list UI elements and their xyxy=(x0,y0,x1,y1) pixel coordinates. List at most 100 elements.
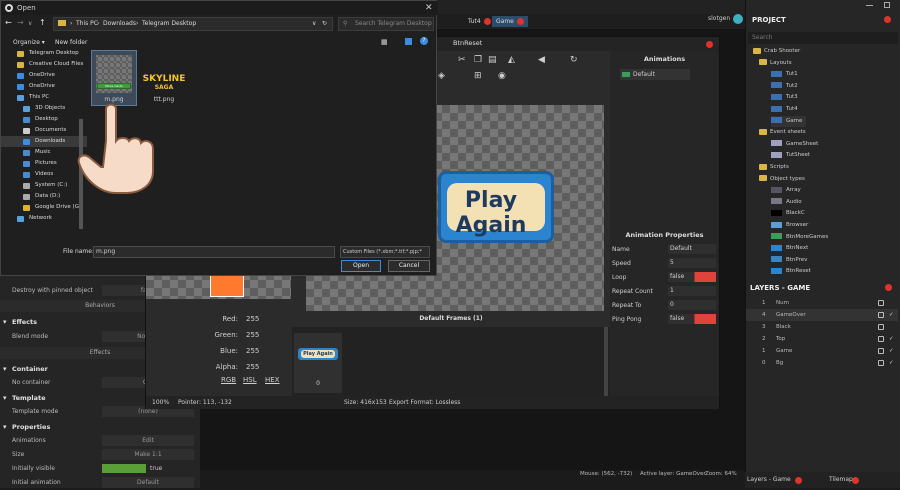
address-bar[interactable]: › This PC › Downloads › Telegram Desktop… xyxy=(53,17,333,31)
lock-icon[interactable] xyxy=(878,324,884,330)
layers-icon[interactable]: ◈ xyxy=(438,71,445,81)
new-folder-button[interactable]: New folder xyxy=(55,39,87,46)
close-icon[interactable]: ✕ xyxy=(425,1,433,15)
layer-row[interactable]: 1 Game ✓ xyxy=(746,345,898,357)
tree-event-sheet[interactable]: GameSheet xyxy=(771,139,818,150)
nav-item[interactable]: Google Drive (G:) xyxy=(1,202,87,213)
tab-game[interactable]: Game xyxy=(492,16,528,27)
layer-row[interactable]: 2 Top ✓ xyxy=(746,333,898,345)
crop-icon[interactable]: ◉ xyxy=(498,71,506,81)
nav-item[interactable]: OneDrive xyxy=(1,81,87,92)
prop-value[interactable]: Default xyxy=(102,477,194,488)
tree-object-type[interactable]: BlackC xyxy=(771,208,805,219)
properties-header[interactable]: Properties xyxy=(0,421,200,434)
frame-thumb[interactable]: Play Again 0 xyxy=(294,333,342,393)
help-icon[interactable]: ? xyxy=(420,37,428,45)
lock-icon[interactable] xyxy=(878,336,884,342)
close-icon[interactable] xyxy=(516,18,524,25)
red-value[interactable]: 255 xyxy=(246,315,259,323)
tree-layout[interactable]: Game xyxy=(771,115,807,127)
layer-row[interactable]: 3 Black xyxy=(746,321,898,333)
tree-object-type[interactable]: Audio xyxy=(771,197,802,208)
tree-folder-scripts[interactable]: Scripts xyxy=(759,162,789,173)
organize-menu[interactable]: Organize ▾ xyxy=(13,39,45,46)
prop-animations[interactable]: Animations Edit xyxy=(0,434,200,448)
dialog-search[interactable]: ⚲ Search Telegram Desktop xyxy=(338,17,434,31)
paste-icon[interactable]: ▤ xyxy=(488,55,497,65)
visible-check-icon[interactable]: ✓ xyxy=(889,309,894,321)
breadcrumb-this-pc[interactable]: This PC xyxy=(76,18,98,30)
scissors-icon[interactable]: ✂ xyxy=(458,55,466,65)
mode-hex[interactable]: HEX xyxy=(265,376,279,384)
prop-value[interactable]: Edit xyxy=(102,435,194,446)
tree-object-type[interactable]: Browser xyxy=(771,220,808,231)
tree-root[interactable]: Crab Shooter xyxy=(753,46,800,57)
green-value[interactable]: 255 xyxy=(246,331,259,339)
visible-check-icon[interactable]: ✓ xyxy=(889,333,894,345)
lock-icon[interactable] xyxy=(878,300,884,306)
blue-value[interactable]: 255 xyxy=(246,347,259,355)
prop-value[interactable]: 1 xyxy=(668,286,716,296)
lock-icon[interactable] xyxy=(878,312,884,318)
animation-prop-row[interactable]: Repeat Count 1 xyxy=(610,285,719,298)
frames-scrollbar[interactable] xyxy=(604,327,608,397)
alpha-value[interactable]: 255 xyxy=(246,363,259,371)
prop-value[interactable]: 0 xyxy=(668,300,716,310)
toggle-fill[interactable] xyxy=(102,464,146,473)
lock-icon[interactable] xyxy=(878,360,884,366)
layer-row[interactable]: 4 GameOver ✓ xyxy=(746,309,898,321)
tree-layout[interactable]: Tut1 xyxy=(771,69,798,80)
layer-row[interactable]: 0 Bg ✓ xyxy=(746,357,898,369)
layer-row[interactable]: 1 Num xyxy=(746,297,898,309)
tree-object-type[interactable]: BtnPrev xyxy=(771,255,807,266)
mode-hsl[interactable]: HSL xyxy=(243,376,257,384)
tree-folder-layouts[interactable]: Layouts xyxy=(759,58,792,69)
flip-icon[interactable]: ◭ xyxy=(508,55,515,65)
tab-tut4[interactable]: Tut4 xyxy=(464,16,495,27)
rotate-icon[interactable]: ◀ xyxy=(538,55,545,65)
animation-prop-row[interactable]: Repeat To 0 xyxy=(610,299,719,312)
chevron-down-icon[interactable]: ∨ xyxy=(28,20,32,27)
prop-value[interactable]: 5 xyxy=(668,258,716,268)
animation-prop-row[interactable]: Speed 5 xyxy=(610,257,719,270)
file-type-select[interactable]: Custom Files (*.xbm;*.tif;*.pjp;* xyxy=(340,246,430,258)
prop-initially-visible[interactable]: Initially visible true xyxy=(0,462,200,476)
animation-prop-row[interactable]: Name Default xyxy=(610,243,719,256)
tree-layout[interactable]: Tut2 xyxy=(771,81,798,92)
user-name[interactable]: slotgen xyxy=(708,15,730,22)
file-item-m-png[interactable]: Move Cards m.png xyxy=(91,50,137,106)
copy-icon[interactable]: ❐ xyxy=(474,55,482,65)
up-arrow-icon[interactable]: ↑ xyxy=(39,18,46,27)
tree-object-type[interactable]: BtnMoreGames xyxy=(771,232,828,243)
file-item-ttt-png[interactable]: SKYLINE SAGA ttt.png xyxy=(141,50,187,106)
minimize-icon[interactable] xyxy=(866,5,873,6)
animation-item-default[interactable]: Default xyxy=(620,69,690,80)
tab-tilemap[interactable]: Tilemap xyxy=(829,472,853,488)
chevron-down-icon[interactable]: ∨ xyxy=(312,18,316,30)
prop-value[interactable]: false xyxy=(668,272,716,282)
filename-input[interactable]: m.png xyxy=(93,246,335,258)
project-search[interactable]: Search xyxy=(748,32,898,44)
breadcrumb-telegram[interactable]: Telegram Desktop xyxy=(142,18,196,30)
maximize-icon[interactable] xyxy=(884,2,890,8)
animation-prop-row[interactable]: Loop false xyxy=(610,271,719,284)
tree-object-type[interactable]: BtnReset xyxy=(771,266,811,277)
tree-event-sheet[interactable]: TutSheet xyxy=(771,150,810,161)
close-icon[interactable] xyxy=(885,284,892,291)
grid-icon[interactable]: ⊞ xyxy=(474,71,482,81)
tree-object-type[interactable]: BtnNext xyxy=(771,243,808,254)
close-icon[interactable] xyxy=(483,18,491,25)
back-arrow-icon[interactable]: ← xyxy=(5,18,12,27)
tree-folder-object-types[interactable]: Object types xyxy=(759,174,805,185)
nav-item[interactable]: Telegram Desktop xyxy=(1,48,87,59)
close-icon[interactable] xyxy=(852,477,859,484)
redo-icon[interactable]: ↻ xyxy=(570,55,578,65)
refresh-icon[interactable]: ↻ xyxy=(322,18,327,30)
preview-pane-icon[interactable] xyxy=(405,38,412,45)
animation-prop-row[interactable]: Ping Pong false xyxy=(610,313,719,326)
breadcrumb-downloads[interactable]: Downloads xyxy=(103,18,136,30)
mode-rgb[interactable]: RGB xyxy=(221,376,236,384)
cancel-button[interactable]: Cancel xyxy=(388,260,430,272)
nav-item[interactable]: Creative Cloud Files xyxy=(1,59,87,70)
tree-folder-event-sheets[interactable]: Event sheets xyxy=(759,127,806,138)
